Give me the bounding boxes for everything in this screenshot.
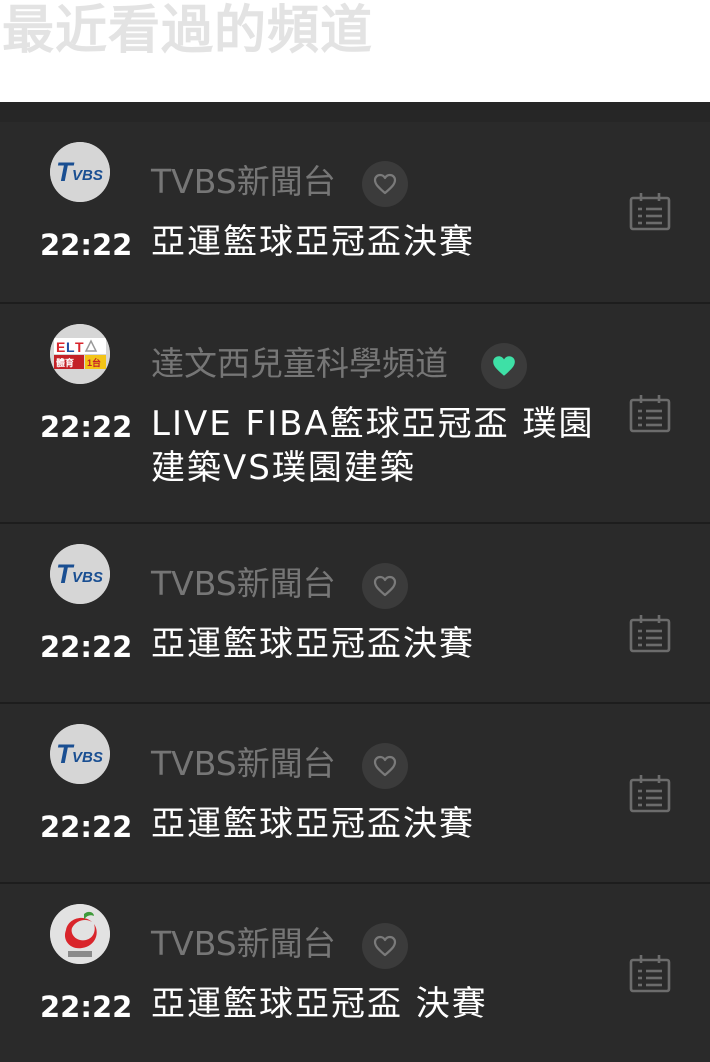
svg-text:體育: 體育 (56, 357, 74, 368)
program-title: 亞運籃球亞冠盃決賽 (151, 222, 475, 262)
channel-row[interactable]: T VBS TVBS新聞台 22:22 亞運籃球亞冠盃決賽 (0, 702, 710, 882)
program-time: 22:22 (40, 810, 133, 844)
calendar-list-icon (629, 775, 671, 813)
program-time: 22:22 (40, 990, 133, 1024)
channel-name: TVBS新聞台 (151, 564, 336, 603)
channel-name: TVBS新聞台 (151, 924, 336, 963)
favorite-button[interactable] (362, 563, 408, 609)
red-swirl-logo (50, 904, 110, 964)
svg-text:1台: 1台 (87, 357, 101, 368)
program-title: 亞運籃球亞冠盃 決賽 (151, 984, 488, 1024)
heart-icon (373, 755, 397, 777)
program-title: 亞運籃球亞冠盃決賽 (151, 624, 475, 664)
channel-name: TVBS新聞台 (151, 162, 336, 201)
heart-icon (373, 575, 397, 597)
section-title: 最近看過的頻道 (2, 1, 374, 61)
heart-icon (373, 173, 397, 195)
channel-name: TVBS新聞台 (151, 744, 336, 783)
heart-icon (373, 935, 397, 957)
schedule-button[interactable] (628, 192, 672, 232)
favorite-button[interactable] (362, 743, 408, 789)
schedule-button[interactable] (628, 614, 672, 654)
svg-text:VBS: VBS (72, 167, 103, 184)
heart-icon (493, 356, 515, 376)
svg-text:VBS: VBS (72, 569, 103, 586)
channel-row[interactable]: E L T 體育 1台 達文西兒童科學頻道 22:22 LIVE FIBA籃球亞… (0, 302, 710, 522)
tvbs-logo: T VBS (50, 142, 110, 202)
calendar-list-icon (629, 955, 671, 993)
schedule-button[interactable] (628, 954, 672, 994)
svg-text:T: T (75, 339, 84, 355)
recent-channels-list: T VBS TVBS新聞台 22:22 亞運籃球亞冠盃決賽 E L T 體育 1… (0, 102, 710, 1062)
svg-text:L: L (66, 339, 75, 355)
tvbs-logo: T VBS (50, 544, 110, 604)
tvbs-logo: T VBS (50, 724, 110, 784)
channel-row[interactable]: TVBS新聞台 22:22 亞運籃球亞冠盃 決賽 (0, 882, 710, 1062)
program-time: 22:22 (40, 228, 133, 262)
channel-row[interactable]: T VBS TVBS新聞台 22:22 亞運籃球亞冠盃決賽 (0, 522, 710, 702)
program-title: LIVE FIBA籃球亞冠盃 璞園建築VS璞園建築 (151, 404, 595, 488)
favorite-button[interactable] (362, 161, 408, 207)
calendar-list-icon (629, 193, 671, 231)
svg-text:VBS: VBS (72, 749, 103, 766)
calendar-list-icon (629, 395, 671, 433)
favorite-button[interactable] (481, 343, 527, 389)
schedule-button[interactable] (628, 774, 672, 814)
calendar-list-icon (629, 615, 671, 653)
favorite-button[interactable] (362, 923, 408, 969)
svg-text:E: E (56, 339, 65, 355)
schedule-button[interactable] (628, 394, 672, 434)
list-top-divider (0, 102, 710, 122)
channel-name: 達文西兒童科學頻道 (151, 344, 448, 383)
channel-row[interactable]: T VBS TVBS新聞台 22:22 亞運籃球亞冠盃決賽 (0, 122, 710, 302)
program-time: 22:22 (40, 410, 133, 444)
elta-sports-1-logo: E L T 體育 1台 (50, 324, 110, 384)
program-time: 22:22 (40, 630, 133, 664)
program-title: 亞運籃球亞冠盃決賽 (151, 804, 475, 844)
